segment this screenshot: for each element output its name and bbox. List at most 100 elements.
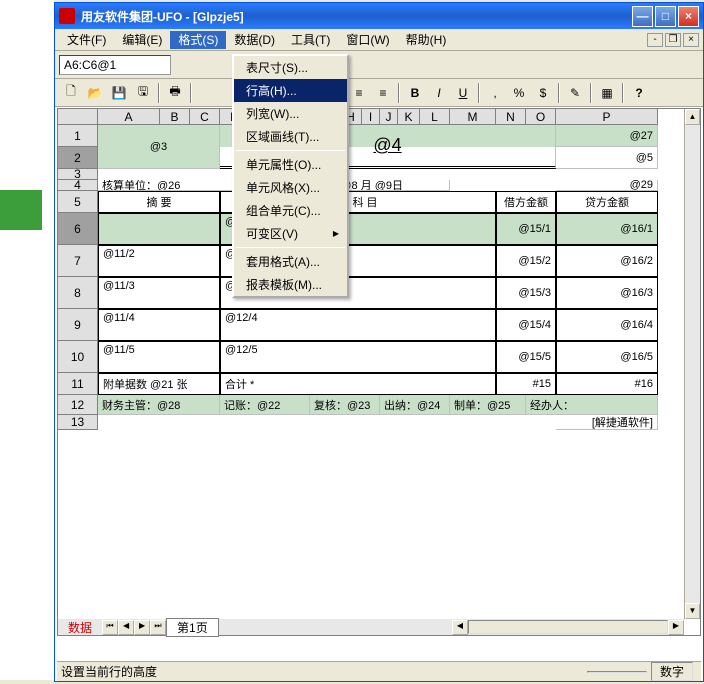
cell[interactable]: @11/4	[98, 309, 220, 341]
row-header-1[interactable]: 1	[58, 125, 98, 147]
percent-icon[interactable]: %	[508, 82, 530, 104]
col-header-M[interactable]: M	[450, 109, 496, 125]
row-header-9[interactable]: 9	[58, 309, 98, 341]
cell[interactable]	[98, 213, 220, 245]
tab-next-icon[interactable]: ▶	[134, 620, 150, 635]
row-header-13[interactable]: 13	[58, 415, 98, 430]
underline-icon[interactable]: U	[452, 82, 474, 104]
italic-icon[interactable]: I	[428, 82, 450, 104]
name-box[interactable]: A6:C6@1	[59, 55, 171, 75]
save-icon[interactable]: 💾	[108, 82, 130, 104]
cell[interactable]: 复核：@23	[310, 395, 380, 415]
cell[interactable]: @16/5	[556, 341, 658, 373]
col-header-C[interactable]: C	[190, 109, 220, 125]
new-icon[interactable]: 🗋	[60, 82, 82, 104]
cell[interactable]: @16/3	[556, 277, 658, 309]
mdi-close-button[interactable]: ×	[683, 33, 699, 47]
row-header-7[interactable]: 7	[58, 245, 98, 277]
menu-data[interactable]: 数据(D)	[226, 31, 283, 49]
cell[interactable]: @11/2	[98, 245, 220, 277]
open-icon[interactable]: 📂	[84, 82, 106, 104]
align-right-icon[interactable]: ≡	[372, 82, 394, 104]
import-icon[interactable]: 🖫	[132, 82, 154, 104]
col-header-L[interactable]: L	[420, 109, 450, 125]
mdi-restore-button[interactable]: ❐	[665, 33, 681, 47]
row-header-4[interactable]: 4	[58, 180, 98, 191]
close-button[interactable]: ×	[678, 6, 699, 27]
menu-file[interactable]: 文件(F)	[59, 31, 114, 49]
menu-edit[interactable]: 编辑(E)	[114, 31, 170, 49]
cell[interactable]: [解捷通软件]	[556, 415, 658, 430]
cell[interactable]: 财务主管：@28	[98, 395, 220, 415]
cell[interactable]: 附单据数 @21 张	[98, 373, 220, 395]
dd-row-height[interactable]: 行高(H)...	[234, 79, 347, 102]
hscroll-left-icon[interactable]: ◀	[452, 620, 468, 635]
col-header-I[interactable]: I	[362, 109, 380, 125]
titlebar[interactable]: 用友软件集团-UFO - [Glpzje5] — □ ×	[55, 3, 703, 29]
cell[interactable]: #16	[556, 373, 658, 395]
mdi-minimize-button[interactable]: -	[647, 33, 663, 47]
cell[interactable]: @5	[556, 147, 658, 169]
cell[interactable]: 记账：@22	[220, 395, 310, 415]
help-icon[interactable]: ?	[628, 82, 650, 104]
cell[interactable]: 借方金额	[496, 191, 556, 213]
maximize-button[interactable]: □	[655, 6, 676, 27]
cell[interactable]: @15/5	[496, 341, 556, 373]
menu-window[interactable]: 窗口(W)	[338, 31, 397, 49]
col-header-O[interactable]: O	[526, 109, 556, 125]
tab-page1[interactable]: 第1页	[166, 618, 219, 637]
tab-data[interactable]: 数据	[58, 619, 102, 636]
cell[interactable]: @15/4	[496, 309, 556, 341]
vertical-scrollbar[interactable]: ▲ ▼	[684, 109, 700, 619]
row-header-10[interactable]: 10	[58, 341, 98, 373]
tab-prev-icon[interactable]: ◀	[118, 620, 134, 635]
cell[interactable]: @12/5	[220, 341, 496, 373]
cell[interactable]: @15/2	[496, 245, 556, 277]
print-icon[interactable]: 🖶	[164, 82, 186, 104]
comma-icon[interactable]: ,	[484, 82, 506, 104]
hscroll-right-icon[interactable]: ▶	[668, 620, 684, 635]
col-header-K[interactable]: K	[398, 109, 420, 125]
col-header-J[interactable]: J	[380, 109, 398, 125]
cell[interactable]: @16/1	[556, 213, 658, 245]
col-header-B[interactable]: B	[160, 109, 190, 125]
paint-icon[interactable]: ✎	[564, 82, 586, 104]
row-header-11[interactable]: 11	[58, 373, 98, 395]
cell[interactable]: @15/1	[496, 213, 556, 245]
minimize-button[interactable]: —	[632, 6, 653, 27]
cell[interactable]: 合计 *	[220, 373, 496, 395]
align-center-icon[interactable]: ≡	[348, 82, 370, 104]
menu-tool[interactable]: 工具(T)	[283, 31, 338, 49]
dd-region-line[interactable]: 区域画线(T)...	[234, 125, 347, 148]
dd-apply-format[interactable]: 套用格式(A)...	[234, 250, 347, 273]
dd-var-region[interactable]: 可变区(V)▶	[234, 222, 347, 245]
cell[interactable]: 制单：@25	[450, 395, 526, 415]
dd-col-width[interactable]: 列宽(W)...	[234, 102, 347, 125]
select-all-corner[interactable]	[58, 109, 98, 125]
col-header-P[interactable]: P	[556, 109, 658, 125]
cell[interactable]: @16/2	[556, 245, 658, 277]
row-header-2[interactable]: 2	[58, 147, 98, 169]
cell[interactable]: @15/3	[496, 277, 556, 309]
cell[interactable]: @29	[556, 180, 658, 191]
bold-icon[interactable]: B	[404, 82, 426, 104]
menu-help[interactable]: 帮助(H)	[398, 31, 455, 49]
cell[interactable]: 摘 要	[98, 191, 220, 213]
scroll-up-icon[interactable]: ▲	[685, 109, 700, 125]
spreadsheet[interactable]: ABCDEFGHIJKLMNOP 12345678910111213 @3@4@…	[57, 108, 701, 636]
row-header-5[interactable]: 5	[58, 191, 98, 213]
menu-format[interactable]: 格式(S)	[170, 31, 226, 49]
currency-icon[interactable]: $	[532, 82, 554, 104]
cell[interactable]: 经办人：	[526, 395, 658, 415]
cell[interactable]: @3	[98, 125, 220, 169]
tab-last-icon[interactable]: ⏭	[150, 620, 166, 635]
tab-first-icon[interactable]: ⏮	[102, 620, 118, 635]
cell[interactable]: 出纳：@24	[380, 395, 450, 415]
row-header-12[interactable]: 12	[58, 395, 98, 415]
cell[interactable]: @27	[556, 125, 658, 147]
cell[interactable]: 贷方金额	[556, 191, 658, 213]
row-header-6[interactable]: 6	[58, 213, 98, 245]
dd-table-size[interactable]: 表尺寸(S)...	[234, 56, 347, 79]
dd-cell-style[interactable]: 单元风格(X)...	[234, 176, 347, 199]
cell[interactable]: @16/4	[556, 309, 658, 341]
